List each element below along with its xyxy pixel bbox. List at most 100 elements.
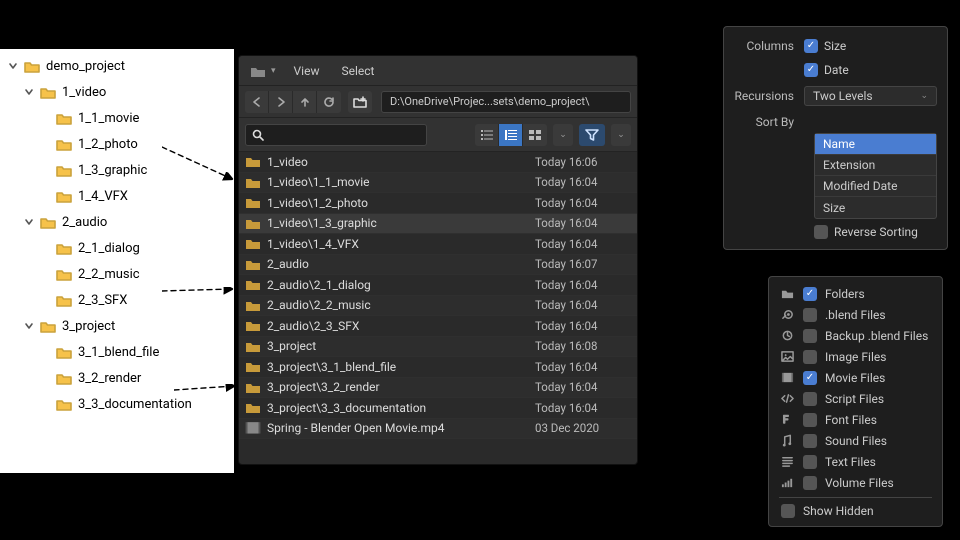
refresh-button[interactable] [317, 91, 341, 113]
reverse-sorting-checkbox[interactable] [814, 225, 828, 239]
filter-checkbox[interactable] [803, 329, 817, 343]
filter-checkbox[interactable] [803, 413, 817, 427]
file-row[interactable]: 1_video\1_3_graphicToday 16:04 [239, 214, 637, 235]
view-horizontal-list-button[interactable] [499, 124, 523, 146]
file-name: 3_project\3_1_blend_file [267, 360, 535, 374]
menu-view[interactable]: View [284, 64, 330, 78]
file-row[interactable]: 3_project\3_1_blend_fileToday 16:04 [239, 357, 637, 378]
file-date: Today 16:04 [535, 216, 631, 230]
view-vertical-list-button[interactable] [475, 124, 499, 146]
filter-label: Volume Files [825, 476, 894, 490]
folder-icon [56, 268, 72, 281]
file-row[interactable]: 3_project\3_2_renderToday 16:04 [239, 378, 637, 399]
parent-dir-button[interactable] [293, 91, 317, 113]
search-input[interactable] [245, 124, 427, 146]
nav-toolbar: D:\OneDrive\Projec...sets\demo_project\ [239, 86, 637, 118]
volume-icon [779, 476, 795, 489]
filter-checkbox[interactable] [803, 455, 817, 469]
filter-checkbox[interactable] [803, 287, 817, 301]
file-row[interactable]: 1_video\1_4_VFXToday 16:04 [239, 234, 637, 255]
columns-label: Columns [734, 39, 804, 53]
file-name: 1_video [267, 155, 535, 169]
sortby-label: Sort By [734, 115, 804, 129]
chevron-down-icon [6, 59, 20, 73]
recursions-select[interactable]: Two Levels ⌄ [804, 86, 937, 106]
column-size-label: Size [824, 39, 846, 53]
filter-checkbox[interactable] [803, 350, 817, 364]
menu-select[interactable]: Select [331, 64, 384, 78]
filter-checkbox[interactable] [803, 476, 817, 490]
file-row[interactable]: 3_project\3_3_documentationToday 16:04 [239, 398, 637, 419]
file-row[interactable]: 1_video\1_2_photoToday 16:04 [239, 193, 637, 214]
sort-option[interactable]: Size [815, 197, 936, 218]
folder-icon [56, 346, 72, 359]
forward-button[interactable] [269, 91, 293, 113]
tree-subfolder[interactable]: 2_2_music [0, 261, 234, 287]
file-date: Today 16:04 [535, 278, 631, 292]
tree-folder[interactable]: 2_audio [0, 209, 234, 235]
path-field[interactable]: D:\OneDrive\Projec...sets\demo_project\ [381, 91, 631, 113]
file-name: 2_audio\2_2_music [267, 298, 535, 312]
filter-options-button[interactable]: ⌄ [611, 124, 631, 146]
movie-icon [245, 420, 261, 436]
filter-label: Font Files [825, 413, 877, 427]
folder-icon [245, 400, 261, 416]
sort-option[interactable]: Extension [815, 155, 936, 176]
column-date-label: Date [824, 63, 849, 77]
filter-row: Script Files [779, 388, 932, 409]
show-hidden-checkbox[interactable] [781, 504, 795, 518]
folder-icon [56, 138, 72, 151]
file-list[interactable]: 1_videoToday 16:061_video\1_1_movieToday… [239, 152, 637, 439]
file-date: Today 16:08 [535, 339, 631, 353]
tree-folder[interactable]: 1_video [0, 79, 234, 105]
browser-mode-icon[interactable] [245, 59, 271, 83]
text-icon [779, 455, 795, 468]
file-row[interactable]: 2_audio\2_3_SFXToday 16:04 [239, 316, 637, 337]
file-name: 2_audio\2_1_dialog [267, 278, 535, 292]
sort-option[interactable]: Modified Date [815, 176, 936, 197]
tree-subfolder-label: 1_2_photo [78, 137, 138, 152]
tree-subfolder[interactable]: 3_1_blend_file [0, 339, 234, 365]
filter-button[interactable] [579, 124, 605, 146]
file-row[interactable]: 1_video\1_1_movieToday 16:04 [239, 173, 637, 194]
file-row[interactable]: 2_audio\2_2_musicToday 16:04 [239, 296, 637, 317]
file-date: Today 16:04 [535, 380, 631, 394]
file-name: 2_audio [267, 257, 535, 271]
tree-subfolder-label: 1_3_graphic [78, 163, 147, 178]
file-date: Today 16:04 [535, 319, 631, 333]
sound-icon [779, 434, 795, 447]
explorer-tree: demo_project 1_video1_1_movie 1_2_photo 1_… [0, 49, 234, 473]
file-date: Today 16:04 [535, 298, 631, 312]
folder-icon [56, 372, 72, 385]
file-row[interactable]: 1_videoToday 16:06 [239, 152, 637, 173]
tree-subfolder[interactable]: 1_1_movie [0, 105, 234, 131]
filter-checkbox[interactable] [803, 371, 817, 385]
menubar: ▾ View Select [239, 56, 637, 86]
filter-checkbox[interactable] [803, 434, 817, 448]
tree-root[interactable]: demo_project [0, 53, 234, 79]
file-row[interactable]: 2_audio\2_1_dialogToday 16:04 [239, 275, 637, 296]
back-button[interactable] [245, 91, 269, 113]
chevron-down-icon[interactable]: ▾ [271, 66, 276, 76]
column-size-checkbox[interactable] [804, 39, 818, 53]
filter-label: Sound Files [825, 434, 887, 448]
sort-option[interactable]: Name [815, 134, 936, 155]
folder-icon [56, 242, 72, 255]
filter-checkbox[interactable] [803, 392, 817, 406]
file-row[interactable]: 3_projectToday 16:08 [239, 337, 637, 358]
tree-subfolder[interactable]: 2_1_dialog [0, 235, 234, 261]
view-thumbnails-button[interactable] [523, 124, 547, 146]
filter-checkbox[interactable] [803, 308, 817, 322]
path-text: D:\OneDrive\Projec...sets\demo_project\ [390, 95, 590, 108]
file-name: 3_project [267, 339, 535, 353]
display-options-button[interactable]: ⌄ [553, 124, 573, 146]
file-date: Today 16:04 [535, 196, 631, 210]
tree-folder[interactable]: 3_project [0, 313, 234, 339]
file-date: Today 16:07 [535, 257, 631, 271]
svg-text:F: F [782, 415, 788, 426]
column-date-checkbox[interactable] [804, 63, 818, 77]
file-row[interactable]: Spring - Blender Open Movie.mp403 Dec 20… [239, 419, 637, 440]
file-row[interactable]: 2_audioToday 16:07 [239, 255, 637, 276]
script-icon [779, 392, 795, 405]
new-folder-button[interactable] [348, 91, 372, 113]
